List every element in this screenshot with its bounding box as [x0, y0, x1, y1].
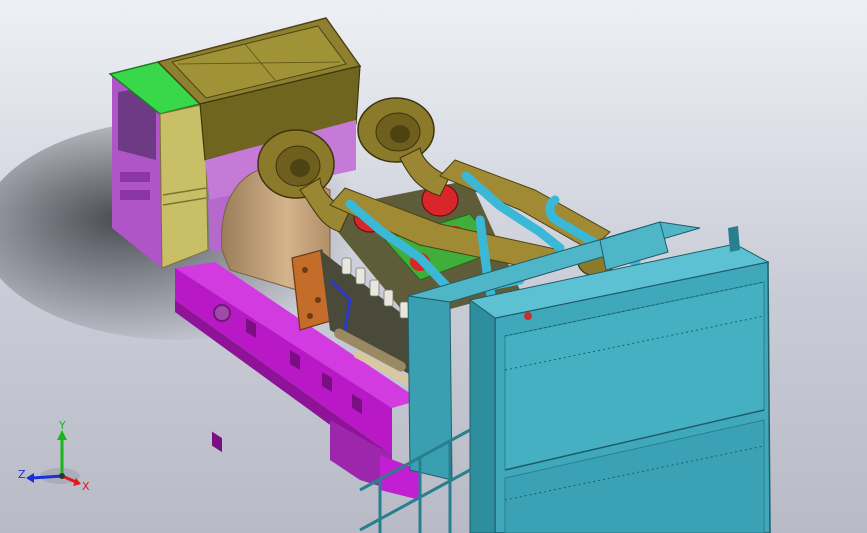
triad-z-axis — [31, 474, 63, 480]
radiator-corner-bracket — [728, 226, 740, 252]
turbo-right-outlet — [399, 147, 451, 197]
enclosure-slot-1 — [120, 172, 150, 182]
triad-x-label: X — [82, 480, 90, 493]
generator-set-model[interactable] — [0, 0, 867, 533]
triad-z-arrow — [26, 473, 34, 483]
triad-y-label: Y — [58, 419, 66, 432]
triad-z-label: Z — [18, 468, 26, 481]
enclosure-slot-2 — [120, 190, 150, 200]
filler-cap — [524, 312, 532, 320]
cad-viewport[interactable]: Y Z X — [0, 0, 867, 533]
lifting-lug — [213, 304, 231, 322]
view-orientation-triad[interactable]: Y Z X — [18, 418, 98, 498]
enclosure-khaki-side — [159, 103, 209, 269]
radiator-post — [469, 299, 496, 533]
triad-origin — [59, 473, 65, 479]
